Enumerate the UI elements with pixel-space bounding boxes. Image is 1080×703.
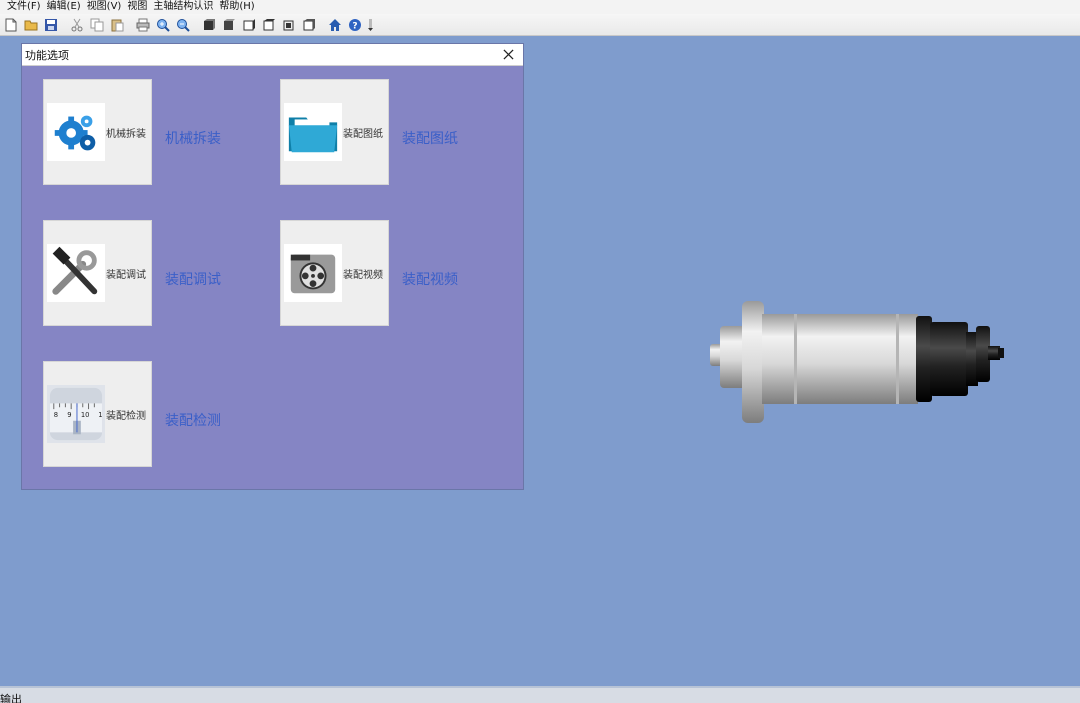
view-right-icon[interactable] <box>261 17 277 33</box>
toolbar: ? <box>0 14 1080 36</box>
menu-edit[interactable]: 编辑(E) <box>44 1 84 13</box>
tile-assembly-video[interactable]: 装配视频 <box>280 220 389 326</box>
view-back-icon[interactable] <box>221 17 237 33</box>
view-left-icon[interactable] <box>241 17 257 33</box>
folder-icon <box>284 103 342 161</box>
film-reel-icon <box>284 244 342 302</box>
function-options-dialog: 功能选项 机械拆装 机械拆装 装配图纸 装配图纸 装配调试 装配调试 装配视频 … <box>21 43 524 490</box>
link-assembly-video[interactable]: 装配视频 <box>402 269 458 289</box>
print-icon[interactable] <box>135 17 151 33</box>
save-icon[interactable] <box>43 17 59 33</box>
output-panel[interactable]: 输出 <box>0 686 1080 703</box>
dialog-titlebar: 功能选项 <box>22 44 523 66</box>
gears-icon <box>47 103 105 161</box>
menu-spindle-structure[interactable]: 主轴结构认识 <box>150 1 216 13</box>
copy-icon[interactable] <box>89 17 105 33</box>
tile-assembly-drawings[interactable]: 装配图纸 <box>280 79 389 185</box>
gauge-tick-label: 9 <box>67 411 71 419</box>
tile-caption: 装配图纸 <box>343 129 383 140</box>
tools-icon <box>47 244 105 302</box>
tile-assembly-debugging[interactable]: 装配调试 <box>43 220 152 326</box>
menu-file[interactable]: 文件(F) <box>4 1 44 13</box>
tile-caption: 机械拆装 <box>106 129 146 140</box>
gauge-tick-label: 8 <box>54 411 58 419</box>
tile-mechanical-disassembly[interactable]: 机械拆装 <box>43 79 152 185</box>
close-icon[interactable] <box>501 48 515 62</box>
help-icon[interactable]: ? <box>347 17 363 33</box>
output-label: 输出 <box>0 693 22 703</box>
gauge-tick-label: 1 <box>98 411 102 419</box>
svg-text:?: ? <box>352 21 357 31</box>
link-assembly-drawings[interactable]: 装配图纸 <box>402 128 458 148</box>
cut-icon[interactable] <box>69 17 85 33</box>
spindle-model[interactable] <box>706 296 1006 426</box>
gauge-tick-label: 10 <box>81 411 90 419</box>
menu-help[interactable]: 帮助(H) <box>216 1 257 13</box>
menu-view[interactable]: 视图 <box>124 1 150 13</box>
menu-bar: 文件(F) 编辑(E) 视图(V) 视图 主轴结构认识 帮助(H) <box>0 0 1080 14</box>
tile-caption: 装配调试 <box>106 270 146 281</box>
tile-caption: 装配检测 <box>106 411 146 422</box>
view-front-icon[interactable] <box>201 17 217 33</box>
ruler-gauge-icon: 8 9 10 1 <box>47 385 105 443</box>
help-pointer-icon <box>367 17 375 33</box>
tile-caption: 装配视频 <box>343 270 383 281</box>
link-assembly-inspection[interactable]: 装配检测 <box>165 410 221 430</box>
dialog-title: 功能选项 <box>25 48 69 62</box>
link-mechanical-disassembly[interactable]: 机械拆装 <box>165 128 221 148</box>
open-folder-icon[interactable] <box>23 17 39 33</box>
new-file-icon[interactable] <box>3 17 19 33</box>
view-bottom-icon[interactable] <box>301 17 317 33</box>
home-icon[interactable] <box>327 17 343 33</box>
paste-icon[interactable] <box>109 17 125 33</box>
zoom-in-icon[interactable] <box>155 17 171 33</box>
link-assembly-debugging[interactable]: 装配调试 <box>165 269 221 289</box>
menu-view-v[interactable]: 视图(V) <box>84 1 125 13</box>
view-top-icon[interactable] <box>281 17 297 33</box>
tile-assembly-inspection[interactable]: 8 9 10 1 装配检测 <box>43 361 152 467</box>
zoom-out-icon[interactable] <box>175 17 191 33</box>
